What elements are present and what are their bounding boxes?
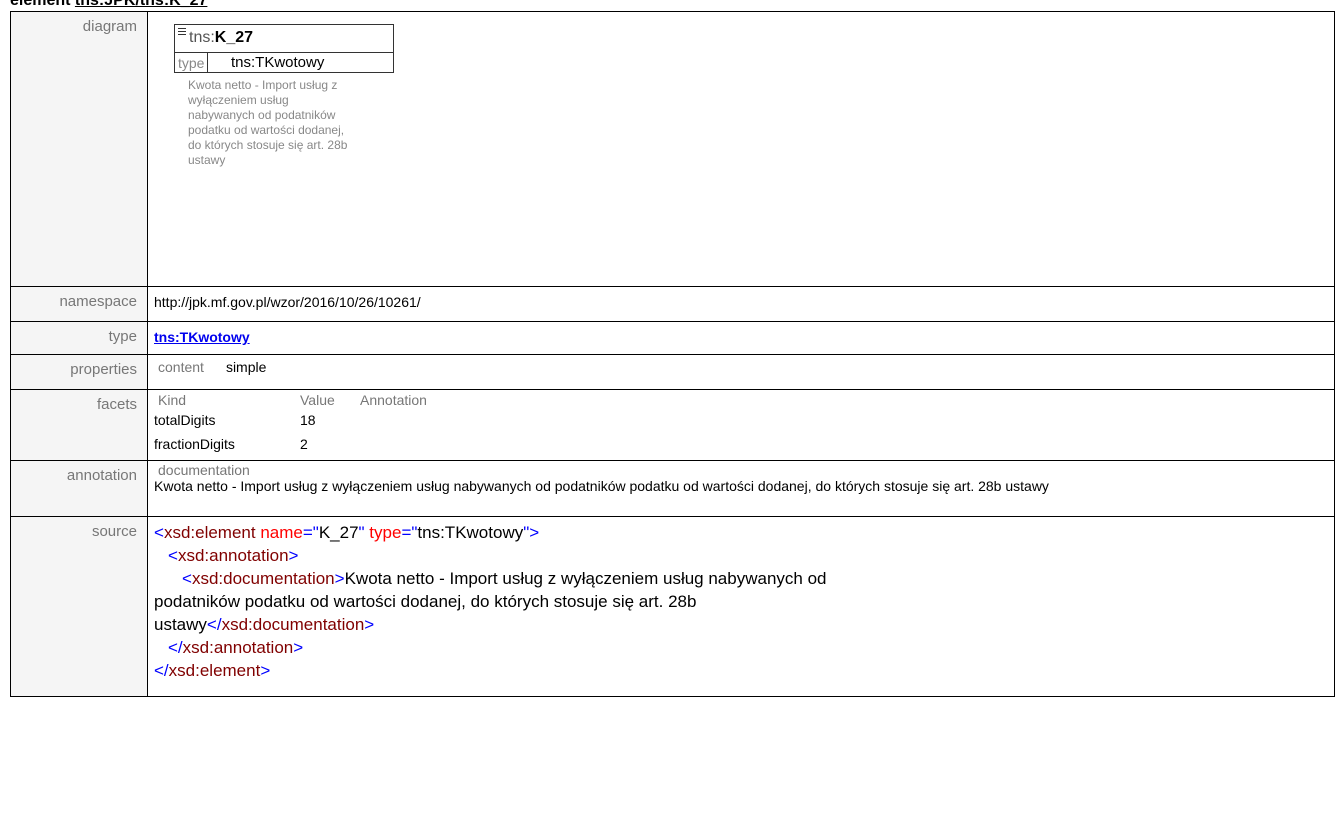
diagram-element-name: tns:K_27 xyxy=(189,29,253,47)
row-namespace: namespace http://jpk.mf.gov.pl/wzor/2016… xyxy=(10,286,1335,322)
facet-value: 18 xyxy=(300,412,316,428)
property-value: simple xyxy=(225,359,267,375)
facet-kind: fractionDigits xyxy=(154,436,235,452)
source-line: <xsd:documentation>Kwota netto - Import … xyxy=(182,569,827,588)
diagram: tns:K_27 type tns:TKwotowy Kwota netto -… xyxy=(154,12,1334,286)
facet-header-kind: Kind xyxy=(158,392,187,408)
list-icon xyxy=(178,28,186,36)
source-line: </xsd:element> xyxy=(154,661,271,680)
row-diagram: diagram tns:K_27 type tns:TKwotowy Kwota… xyxy=(10,11,1335,287)
label-properties: properties xyxy=(10,354,148,390)
row-facets: facets Kind Value Annotation totalDigits… xyxy=(10,389,1335,461)
diagram-name: K_27 xyxy=(214,29,254,46)
facet-row: fractionDigits 2 xyxy=(154,434,1334,458)
diagram-annotation: Kwota netto - Import usług z wyłączeniem… xyxy=(188,78,348,167)
label-facets: facets xyxy=(10,389,148,461)
type-link[interactable]: tns:TKwotowy xyxy=(154,322,1334,345)
property-content: content simple xyxy=(154,355,1334,375)
source-line: podatników podatku od wartości dodanej, … xyxy=(154,592,697,611)
diagram-type-value: tns:TKwotowy xyxy=(231,54,325,71)
annotation-text: Kwota netto - Import usług z wyłączeniem… xyxy=(154,478,1049,494)
row-properties: properties content simple xyxy=(10,354,1335,390)
annotation-header: documentation xyxy=(158,462,250,478)
source-code: <xsd:element name="K_27" type="tns:TKwot… xyxy=(154,517,1334,682)
facet-header-value: Value xyxy=(300,392,335,408)
source-line: <xsd:element name="K_27" type="tns:TKwot… xyxy=(154,523,540,542)
diagram-prefix: tns: xyxy=(189,29,215,46)
element-doc-table: diagram tns:K_27 type tns:TKwotowy Kwota… xyxy=(10,11,1335,697)
row-type: type tns:TKwotowy xyxy=(10,321,1335,355)
diagram-cell: tns:K_27 type tns:TKwotowy Kwota netto -… xyxy=(147,11,1335,287)
facet-value: 2 xyxy=(300,436,308,452)
label-source: source xyxy=(10,516,148,697)
facet-header-annotation: Annotation xyxy=(360,392,427,408)
diagram-element-box[interactable]: tns:K_27 type tns:TKwotowy xyxy=(174,24,394,73)
label-diagram: diagram xyxy=(10,11,148,287)
label-type: type xyxy=(10,321,148,355)
diagram-type-label: type xyxy=(175,53,209,73)
label-namespace: namespace xyxy=(10,286,148,322)
source-line: ustawy</xsd:documentation> xyxy=(154,615,375,634)
namespace-value: http://jpk.mf.gov.pl/wzor/2016/10/26/102… xyxy=(154,294,421,310)
row-annotation: annotation documentation Kwota netto - I… xyxy=(10,460,1335,517)
row-source: source <xsd:element name="K_27" type="tn… xyxy=(10,516,1335,697)
facets-table: Kind Value Annotation totalDigits 18 fra… xyxy=(154,390,1334,458)
heading-link[interactable]: tns:JPK/tns:K_27 xyxy=(75,0,207,9)
facets-header: Kind Value Annotation xyxy=(154,390,1334,410)
facet-kind: totalDigits xyxy=(154,412,216,428)
label-annotation: annotation xyxy=(10,460,148,517)
page-heading: element tns:JPK/tns:K_27 xyxy=(10,0,207,10)
heading-prefix: element xyxy=(10,0,75,9)
facet-row: totalDigits 18 xyxy=(154,410,1334,434)
source-line: <xsd:annotation> xyxy=(168,546,299,565)
source-line: </xsd:annotation> xyxy=(168,638,304,657)
property-key: content xyxy=(158,359,204,375)
